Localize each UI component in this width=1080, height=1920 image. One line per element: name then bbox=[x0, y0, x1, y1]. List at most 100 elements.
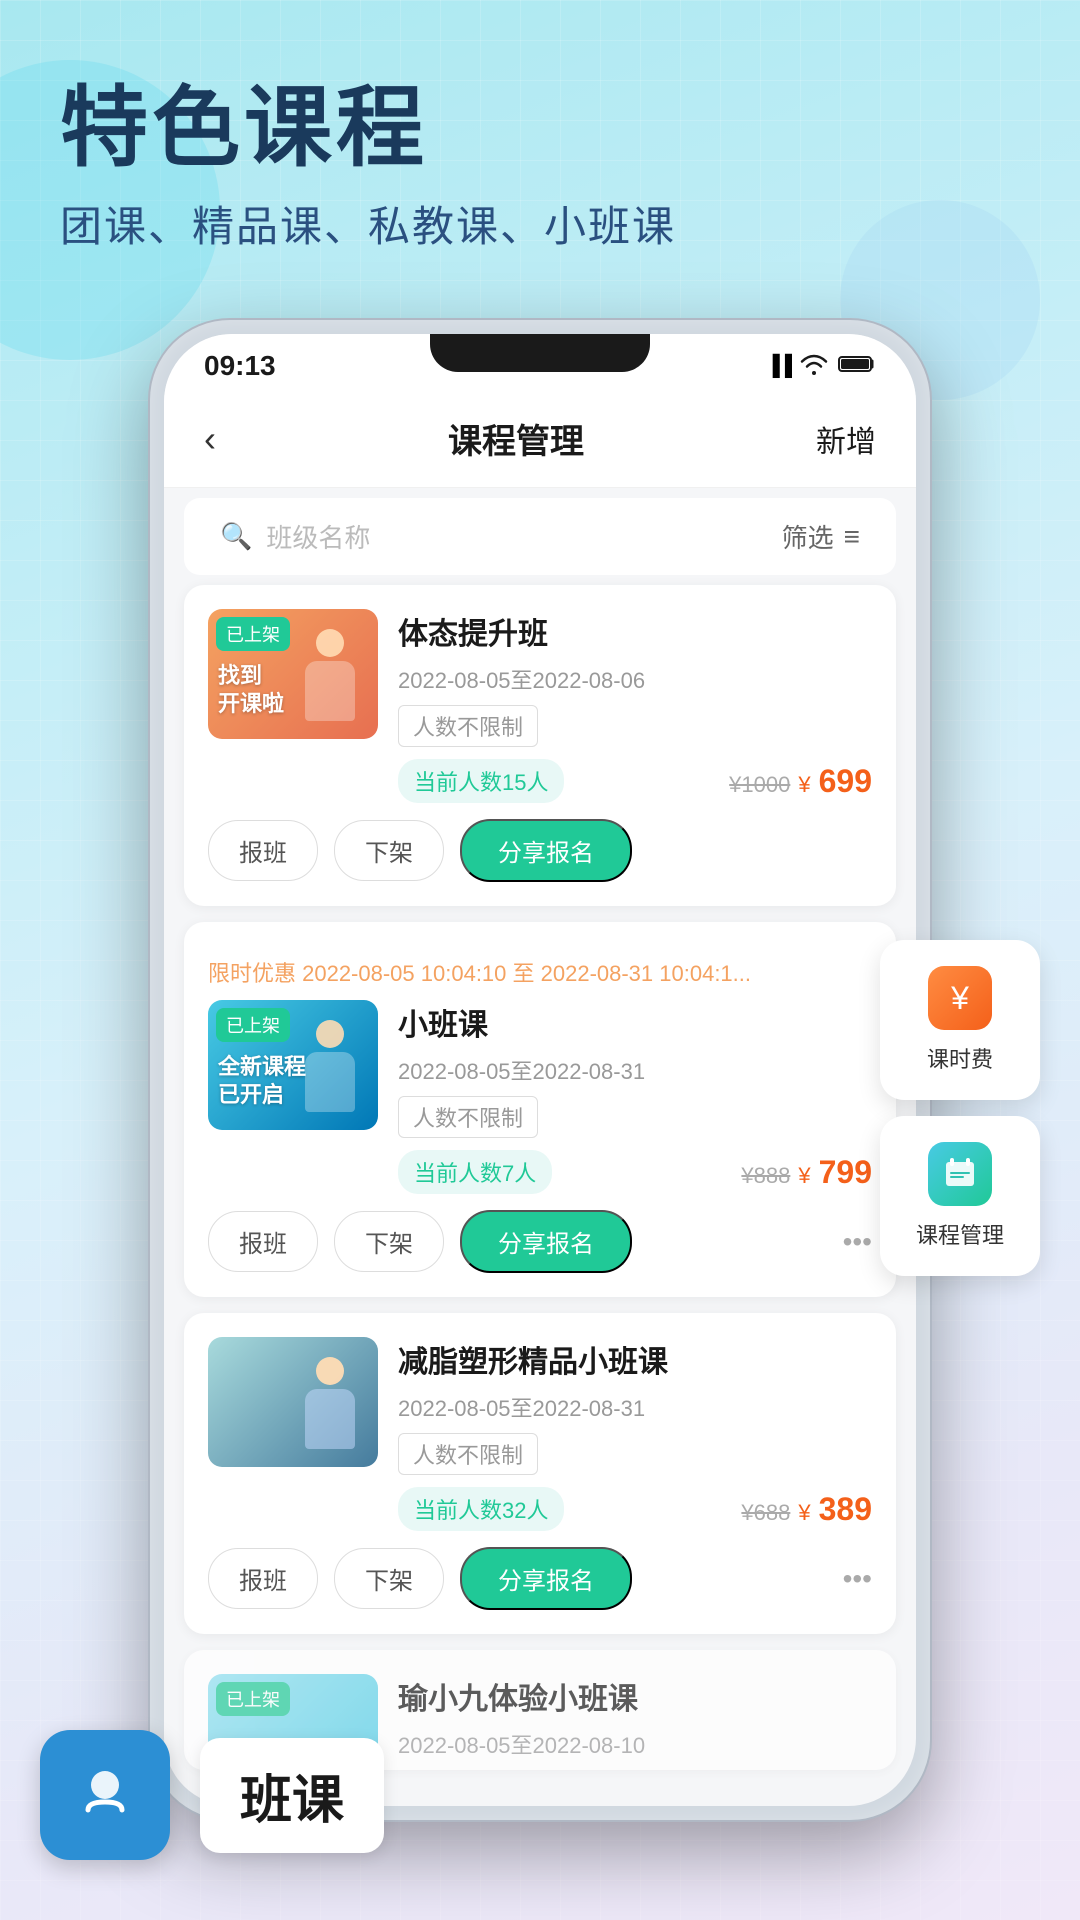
course-name-3: 减脂塑形精品小班课 bbox=[398, 1337, 872, 1381]
people-badge-1: 当前人数15人 bbox=[398, 759, 564, 803]
course-name-2: 小班课 bbox=[398, 1000, 872, 1044]
people-badge-2: 当前人数7人 bbox=[398, 1150, 552, 1194]
search-bar: 🔍 班级名称 筛选 ≡ bbox=[184, 498, 896, 575]
main-title: 特色课程 bbox=[60, 80, 676, 177]
person-figure-3 bbox=[290, 1357, 370, 1467]
course-info-1: 体态提升班 2022-08-05至2022-08-06 人数不限制 当前人数15… bbox=[398, 609, 872, 803]
course-date-3: 2022-08-05至2022-08-31 bbox=[398, 1391, 872, 1423]
capacity-row-2: 人数不限制 bbox=[398, 1096, 872, 1138]
course-meta-2: 当前人数7人 ¥888 ¥ 799 bbox=[398, 1150, 872, 1194]
course-card-2: 限时优惠 2022-08-05 10:04:10 至 2022-08-31 10… bbox=[184, 922, 896, 1297]
enroll-btn-1[interactable]: 报班 bbox=[208, 820, 318, 881]
course-date-2: 2022-08-05至2022-08-31 bbox=[398, 1054, 872, 1086]
course-meta-1: 当前人数15人 ¥1000 ¥ 699 bbox=[398, 759, 872, 803]
new-price-3: 389 bbox=[819, 1491, 872, 1528]
bottom-app-section: 班课 bbox=[40, 1730, 384, 1860]
app-icon[interactable] bbox=[40, 1730, 170, 1860]
page-title: 课程管理 bbox=[448, 414, 584, 463]
new-price-1: 699 bbox=[819, 763, 872, 800]
course-thumb-1: 已上架 找到开课啦 bbox=[208, 609, 378, 739]
filter-button[interactable]: 筛选 ≡ bbox=[782, 518, 860, 555]
capacity-row-3: 人数不限制 bbox=[398, 1433, 872, 1475]
action-row-3: 报班 下架 分享报名 ••• bbox=[208, 1547, 872, 1610]
status-icons: ▐▐ bbox=[766, 353, 876, 380]
course-info-4: 瑜小九体验小班课 2022-08-05至2022-08-10 bbox=[398, 1674, 872, 1770]
float-card-course-mgmt[interactable]: 课程管理 bbox=[880, 1116, 1040, 1276]
course-card-1-top: 已上架 找到开课啦 体态提升班 2022-08-05至2022-08-06 bbox=[208, 609, 872, 803]
currency-2: ¥ bbox=[798, 1163, 810, 1189]
more-btn-3[interactable]: ••• bbox=[843, 1563, 872, 1595]
course-name-1: 体态提升班 bbox=[398, 609, 872, 653]
course-badge-4: 已上架 bbox=[216, 1682, 290, 1716]
course-thumb-2: 已上架 全新课程已开启 bbox=[208, 1000, 378, 1130]
filter-label: 筛选 bbox=[782, 518, 834, 555]
search-icon: 🔍 bbox=[220, 521, 252, 552]
course-date-1: 2022-08-05至2022-08-06 bbox=[398, 663, 872, 695]
more-btn-2[interactable]: ••• bbox=[843, 1226, 872, 1258]
capacity-badge-3: 人数不限制 bbox=[398, 1433, 538, 1475]
status-bar: 09:13 ▐▐ bbox=[164, 334, 916, 390]
header-section: 特色课程 团课、精品课、私教课、小班课 bbox=[60, 80, 676, 254]
price-area-2: ¥888 ¥ 799 bbox=[741, 1154, 872, 1191]
new-price-2: 799 bbox=[819, 1154, 872, 1191]
app-label: 班课 bbox=[200, 1738, 384, 1853]
promo-text-2: 限时优惠 2022-08-05 10:04:10 至 2022-08-31 10… bbox=[208, 946, 872, 994]
old-price-3: ¥688 bbox=[741, 1500, 790, 1526]
add-button[interactable]: 新增 bbox=[816, 417, 876, 461]
course-meta-3: 当前人数32人 ¥688 ¥ 389 bbox=[398, 1487, 872, 1531]
course-card-2-top: 已上架 全新课程已开启 小班课 2022-08-05至2022-08-31 bbox=[208, 1000, 872, 1194]
capacity-badge-2: 人数不限制 bbox=[398, 1096, 538, 1138]
course-mgmt-icon bbox=[928, 1142, 992, 1206]
course-badge-1: 已上架 bbox=[216, 617, 290, 651]
course-name-4: 瑜小九体验小班课 bbox=[398, 1674, 872, 1718]
course-info-2: 小班课 2022-08-05至2022-08-31 人数不限制 当前人数7人 ¥… bbox=[398, 1000, 872, 1194]
main-subtitle: 团课、精品课、私教课、小班课 bbox=[60, 193, 676, 254]
course-card-3: 减脂塑形精品小班课 2022-08-05至2022-08-31 人数不限制 当前… bbox=[184, 1313, 896, 1634]
delist-btn-2[interactable]: 下架 bbox=[334, 1211, 444, 1272]
currency-1: ¥ bbox=[798, 772, 810, 798]
action-row-1: 报班 下架 分享报名 bbox=[208, 819, 872, 882]
action-row-2: 报班 下架 分享报名 ••• bbox=[208, 1210, 872, 1273]
currency-3: ¥ bbox=[798, 1500, 810, 1526]
course-thumb-3 bbox=[208, 1337, 378, 1467]
phone-frame: 09:13 ▐▐ bbox=[150, 320, 930, 1820]
delist-btn-1[interactable]: 下架 bbox=[334, 820, 444, 881]
battery-icon bbox=[838, 354, 876, 379]
search-placeholder: 班级名称 bbox=[266, 518, 370, 555]
filter-icon: ≡ bbox=[844, 521, 860, 553]
enroll-btn-2[interactable]: 报班 bbox=[208, 1211, 318, 1272]
old-price-2: ¥888 bbox=[741, 1163, 790, 1189]
phone-screen: 09:13 ▐▐ bbox=[164, 334, 916, 1806]
nav-bar: ‹ 课程管理 新增 bbox=[164, 390, 916, 488]
floating-icons: ¥ 课时费 课程管理 bbox=[880, 940, 1040, 1276]
course-thumb-label-1: 找到开课啦 bbox=[218, 662, 284, 719]
person-figure-2 bbox=[290, 1020, 370, 1130]
lesson-fee-icon: ¥ bbox=[928, 966, 992, 1030]
price-area-1: ¥1000 ¥ 699 bbox=[729, 763, 872, 800]
back-button[interactable]: ‹ bbox=[204, 418, 216, 460]
wifi-icon bbox=[800, 353, 828, 380]
delist-btn-3[interactable]: 下架 bbox=[334, 1548, 444, 1609]
person-figure-1 bbox=[290, 629, 370, 739]
old-price-1: ¥1000 bbox=[729, 772, 790, 798]
search-input-area[interactable]: 🔍 班级名称 bbox=[220, 518, 370, 555]
people-badge-3: 当前人数32人 bbox=[398, 1487, 564, 1531]
signal-icon: ▐▐ bbox=[766, 355, 790, 378]
capacity-badge-1: 人数不限制 bbox=[398, 705, 538, 747]
status-time: 09:13 bbox=[204, 350, 276, 382]
course-card-3-top: 减脂塑形精品小班课 2022-08-05至2022-08-31 人数不限制 当前… bbox=[208, 1337, 872, 1531]
courses-list: 已上架 找到开课啦 体态提升班 2022-08-05至2022-08-06 bbox=[164, 585, 916, 1806]
phone-mockup: 09:13 ▐▐ bbox=[150, 320, 930, 1820]
course-info-3: 减脂塑形精品小班课 2022-08-05至2022-08-31 人数不限制 当前… bbox=[398, 1337, 872, 1531]
course-mgmt-label: 课程管理 bbox=[916, 1218, 1004, 1250]
phone-notch bbox=[430, 334, 650, 372]
lesson-fee-label: 课时费 bbox=[927, 1042, 993, 1074]
share-btn-1[interactable]: 分享报名 bbox=[460, 819, 632, 882]
share-btn-3[interactable]: 分享报名 bbox=[460, 1547, 632, 1610]
enroll-btn-3[interactable]: 报班 bbox=[208, 1548, 318, 1609]
price-area-3: ¥688 ¥ 389 bbox=[741, 1491, 872, 1528]
share-btn-2[interactable]: 分享报名 bbox=[460, 1210, 632, 1273]
course-card-1: 已上架 找到开课啦 体态提升班 2022-08-05至2022-08-06 bbox=[184, 585, 896, 906]
course-badge-2: 已上架 bbox=[216, 1008, 290, 1042]
float-card-lesson-fee[interactable]: ¥ 课时费 bbox=[880, 940, 1040, 1100]
